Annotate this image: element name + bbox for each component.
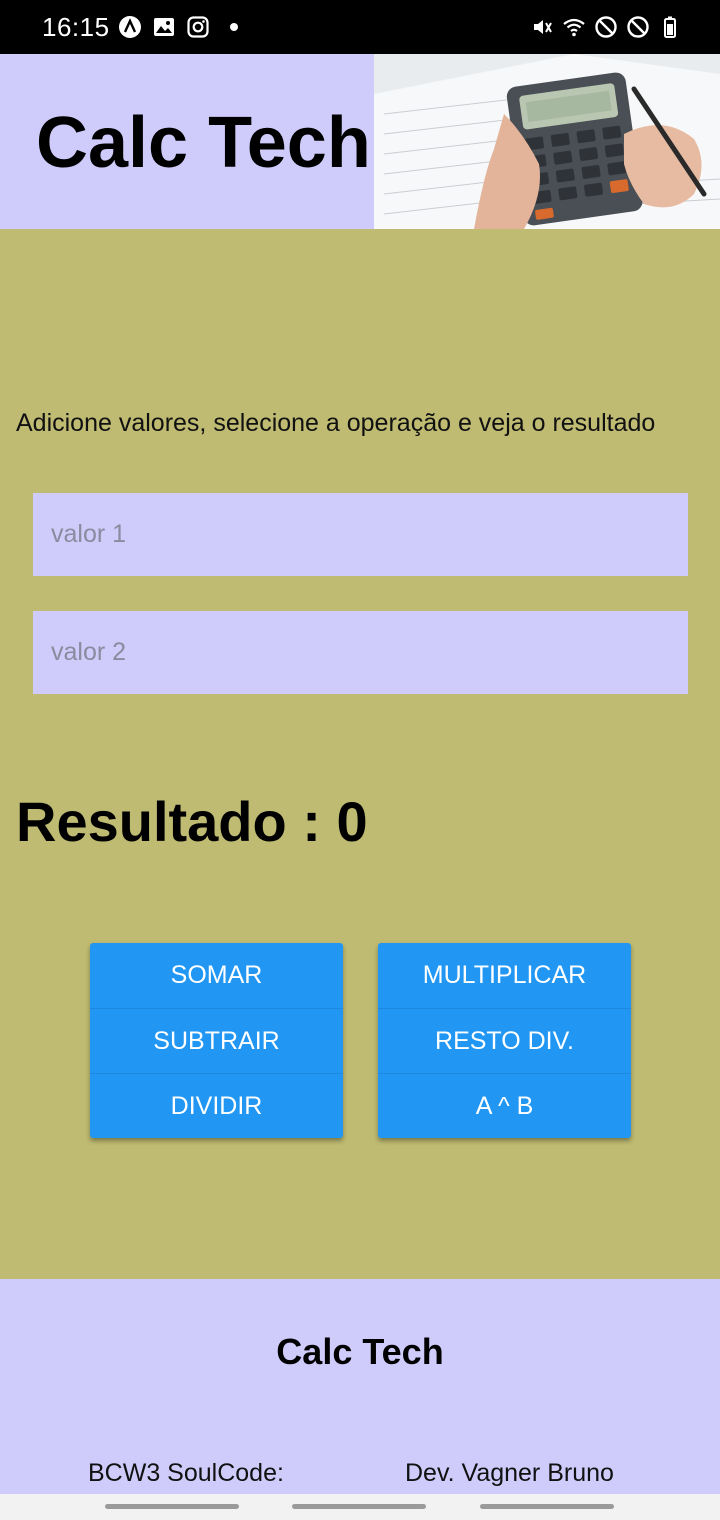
instagram-icon [187,16,209,38]
footer-developer-text: Dev. Vagner Bruno [405,1459,614,1487]
status-left-icons [118,14,238,40]
divide-button[interactable]: DIVIDIR [90,1073,343,1138]
calculator-illustration [374,54,720,229]
value-2-input[interactable] [33,611,688,694]
status-time: 16:15 [42,12,110,42]
main-content: Adicione valores, selecione a operação e… [0,229,720,1279]
multiply-button[interactable]: MULTIPLICAR [378,943,631,1008]
wifi-icon [563,18,585,37]
operations-right-column: MULTIPLICAR RESTO DIV. A ^ B [378,943,631,1138]
nav-recent-handle[interactable] [105,1504,239,1509]
system-nav-bar [0,1494,720,1520]
operations-left-column: SOMAR SUBTRAIR DIVIDIR [90,943,343,1138]
app-header: Calc Tech [0,54,720,229]
result-display: Resultado : 0 [16,789,368,854]
do-not-disturb-icon [595,16,617,38]
nav-home-handle[interactable] [292,1504,426,1509]
result-label: Resultado : [16,790,337,853]
add-button[interactable]: SOMAR [90,943,343,1008]
result-value: 0 [336,790,368,853]
status-right-icons [530,14,682,40]
nav-back-handle[interactable] [480,1504,614,1509]
value-1-input[interactable] [33,493,688,576]
mute-icon [534,20,552,34]
status-bar: 16:15 [0,0,720,54]
subtract-button[interactable]: SUBTRAIR [90,1008,343,1073]
footer-title: Calc Tech [276,1331,444,1372]
calculator-photo [374,54,720,229]
app-footer: Calc Tech BCW3 SoulCode: Dev. Vagner Bru… [0,1279,720,1494]
modulo-button[interactable]: RESTO DIV. [378,1008,631,1073]
do-not-disturb-icon [627,16,649,38]
battery-icon [664,16,676,38]
power-button[interactable]: A ^ B [378,1073,631,1138]
app-title: Calc Tech [36,103,371,183]
app-a-icon [119,16,141,38]
instructions-text: Adicione valores, selecione a operação e… [16,409,656,437]
footer-course-text: BCW3 SoulCode: [88,1459,284,1487]
gallery-icon [154,18,174,36]
notification-dot-icon [230,23,238,31]
